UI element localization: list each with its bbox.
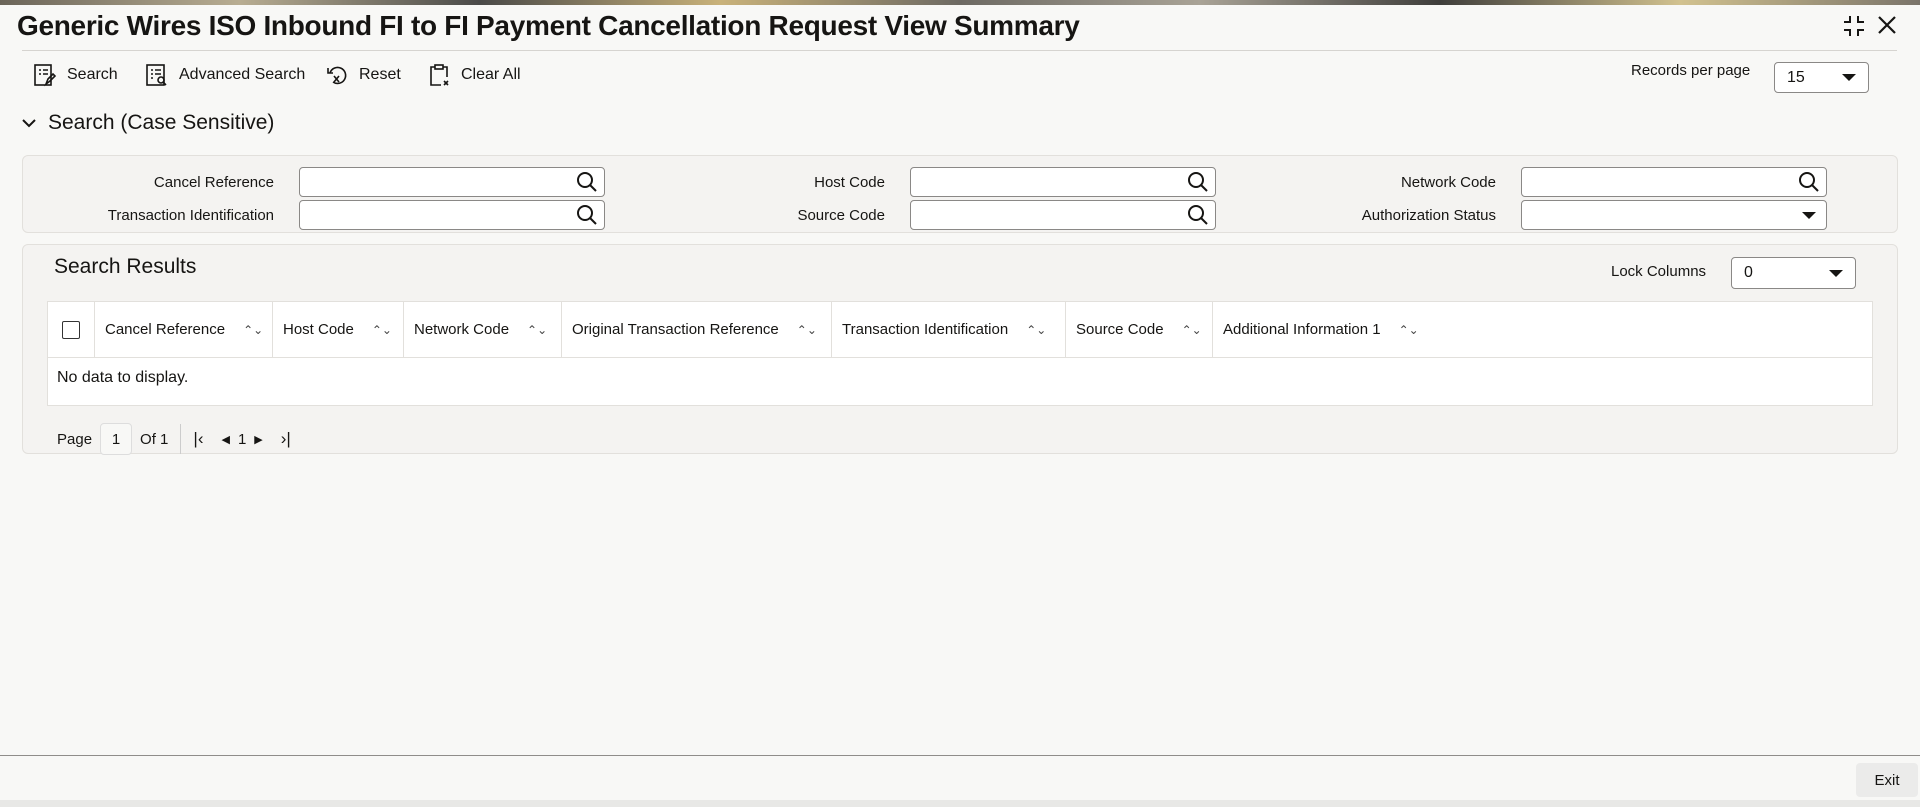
- column-label: Transaction Identification: [842, 321, 1009, 338]
- source-code-input[interactable]: [910, 200, 1216, 230]
- column-header-host-code[interactable]: Host Code ⌃⌄: [273, 302, 404, 357]
- search-icon[interactable]: [1798, 171, 1820, 193]
- host-code-label: Host Code: [814, 174, 885, 191]
- page-label: Page: [57, 430, 93, 448]
- chevron-down-icon: [1829, 269, 1843, 277]
- search-button[interactable]: Search: [33, 62, 118, 88]
- search-icon[interactable]: [1187, 204, 1209, 226]
- sort-icon[interactable]: ⌃⌄: [243, 323, 263, 337]
- divider: [22, 50, 1897, 51]
- bottom-bar: [0, 800, 1920, 807]
- records-per-page-value: 15: [1787, 68, 1805, 86]
- divider: [48, 357, 1872, 358]
- header-banner: [0, 0, 1920, 5]
- records-per-page-select[interactable]: 15: [1774, 62, 1869, 93]
- search-icon[interactable]: [576, 204, 598, 226]
- reset-button[interactable]: Reset: [325, 62, 401, 88]
- chevron-down-icon: [1802, 211, 1816, 219]
- advanced-search-button[interactable]: Advanced Search: [145, 62, 305, 88]
- select-all-checkbox[interactable]: [62, 320, 80, 339]
- minimize-icon[interactable]: [1842, 14, 1866, 38]
- advanced-search-icon: [146, 64, 167, 86]
- page-of-label: Of 1: [140, 430, 169, 448]
- column-label: Additional Information 1: [1223, 321, 1381, 338]
- page-title: Generic Wires ISO Inbound FI to FI Payme…: [17, 10, 1080, 41]
- column-header-transaction-identification[interactable]: Transaction Identification ⌃⌄: [832, 302, 1066, 357]
- column-label: Host Code: [283, 321, 354, 338]
- column-label: Network Code: [414, 321, 510, 338]
- source-code-label: Source Code: [797, 207, 885, 224]
- clear-all-button[interactable]: Clear All: [427, 62, 521, 88]
- transaction-identification-label: Transaction Identification: [107, 207, 274, 224]
- footer-divider: [0, 755, 1920, 756]
- previous-page-icon[interactable]: ◀: [221, 433, 229, 446]
- search-icon[interactable]: [576, 171, 598, 193]
- chevron-down-icon: [22, 119, 36, 128]
- column-label: Source Code: [1076, 321, 1164, 338]
- sort-icon[interactable]: ⌃⌄: [1399, 323, 1419, 337]
- column-header-network-code[interactable]: Network Code ⌃⌄: [404, 302, 562, 357]
- clear-all-label: Clear All: [461, 66, 521, 83]
- cancel-reference-input[interactable]: [299, 167, 605, 197]
- next-page-icon[interactable]: ▶: [254, 433, 262, 446]
- records-per-page-label: Records per page: [1631, 62, 1751, 79]
- close-icon[interactable]: [1876, 14, 1898, 36]
- reset-label: Reset: [359, 66, 401, 83]
- search-form-icon: [34, 64, 57, 87]
- lock-columns-value: 0: [1744, 264, 1753, 281]
- select-all-cell: [48, 302, 95, 357]
- sort-icon[interactable]: ⌃⌄: [1182, 323, 1202, 337]
- lock-columns-label: Lock Columns: [1611, 263, 1707, 280]
- column-header-additional-information-1[interactable]: Additional Information 1 ⌃⌄: [1213, 302, 1419, 357]
- last-page-icon[interactable]: ›|: [281, 429, 291, 449]
- reset-icon: [327, 66, 347, 85]
- empty-message: No data to display.: [57, 369, 189, 386]
- authorization-status-select[interactable]: [1521, 200, 1827, 230]
- sort-icon[interactable]: ⌃⌄: [527, 323, 547, 337]
- sort-icon[interactable]: ⌃⌄: [1026, 323, 1046, 337]
- column-label: Cancel Reference: [105, 321, 226, 338]
- pagination: Page 1 Of 1 |‹ ◀ 1 ▶ ›|: [57, 423, 291, 455]
- cancel-reference-label: Cancel Reference: [153, 174, 274, 191]
- column-header-original-transaction-reference[interactable]: Original Transaction Reference ⌃⌄: [562, 302, 832, 357]
- column-header-source-code[interactable]: Source Code ⌃⌄: [1066, 302, 1213, 357]
- chevron-down-icon: [1842, 74, 1856, 81]
- search-section-title: Search (Case Sensitive): [48, 111, 275, 134]
- clipboard-clear-icon: [430, 64, 449, 86]
- column-header-cancel-reference[interactable]: Cancel Reference ⌃⌄: [95, 302, 273, 357]
- lock-columns-select[interactable]: 0: [1731, 257, 1856, 289]
- advanced-search-label: Advanced Search: [179, 66, 306, 83]
- search-section-toggle[interactable]: Search (Case Sensitive): [22, 111, 274, 135]
- sort-icon[interactable]: ⌃⌄: [372, 323, 392, 337]
- exit-button[interactable]: Exit: [1856, 763, 1918, 797]
- network-code-label: Network Code: [1400, 174, 1496, 191]
- results-table: Cancel Reference ⌃⌄ Host Code ⌃⌄ Network C…: [47, 301, 1873, 406]
- first-page-icon[interactable]: |‹: [193, 429, 203, 449]
- current-page: 1: [237, 430, 247, 448]
- search-icon[interactable]: [1187, 171, 1209, 193]
- host-code-input[interactable]: [910, 167, 1216, 197]
- authorization-status-label: Authorization Status: [1361, 207, 1496, 224]
- transaction-identification-input[interactable]: [299, 200, 605, 230]
- search-results-title: Search Results: [54, 255, 197, 278]
- network-code-input[interactable]: [1521, 167, 1827, 197]
- search-label: Search: [67, 66, 118, 83]
- column-label: Original Transaction Reference: [572, 321, 779, 338]
- page-number-input[interactable]: 1: [100, 423, 133, 455]
- sort-icon[interactable]: ⌃⌄: [797, 323, 817, 337]
